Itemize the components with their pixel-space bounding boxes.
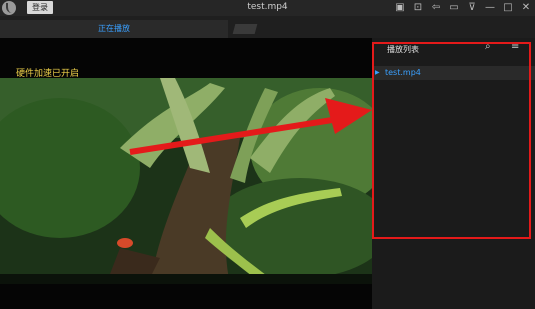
title-bar: 登录 test.mp4 ▣ ⊡ ⇦ ▭ ⊽ — □ ✕ <box>0 0 535 16</box>
dropdown-icon[interactable]: ⊽ <box>466 1 478 15</box>
tab-secondary[interactable] <box>232 24 258 34</box>
folder-icon[interactable]: ▭ <box>448 1 460 15</box>
share-icon[interactable]: ⇦ <box>430 1 442 15</box>
tab-now-playing-label: 正在播放 <box>98 24 130 33</box>
pin-icon[interactable]: ⊡ <box>412 1 424 15</box>
video-frame <box>0 78 372 284</box>
tab-now-playing[interactable]: 正在播放 <box>0 20 228 39</box>
close-icon[interactable]: ✕ <box>520 1 532 15</box>
minimize-icon[interactable]: — <box>484 1 496 15</box>
tab-bar: 正在播放 <box>0 16 535 39</box>
window-controls: ▣ ⊡ ⇦ ▭ ⊽ — □ ✕ <box>394 1 532 15</box>
mini-mode-icon[interactable]: ▣ <box>394 1 406 15</box>
hardware-acceleration-notice: 硬件加速已开启 <box>16 69 80 79</box>
maximize-icon[interactable]: □ <box>502 1 514 15</box>
video-area[interactable]: 硬件加速已开启 <box>0 38 372 309</box>
highlight-box <box>372 42 531 239</box>
